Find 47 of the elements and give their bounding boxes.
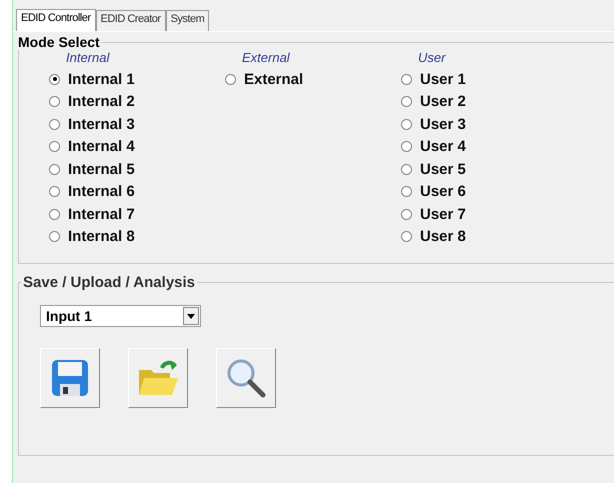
tab[interactable]: System <box>166 10 210 31</box>
group-title: Mode Select <box>17 34 101 50</box>
radio-option[interactable]: Internal 3 <box>49 113 225 136</box>
search-icon <box>225 357 267 399</box>
radio-option[interactable]: Internal 1 <box>49 68 225 90</box>
save-button[interactable] <box>40 348 100 408</box>
radio-option[interactable]: Internal 2 <box>49 90 225 113</box>
radio-option[interactable]: Internal 7 <box>49 203 225 226</box>
radio-button[interactable] <box>401 208 412 220</box>
radio-button[interactable] <box>401 74 412 85</box>
radio-button[interactable] <box>401 186 412 198</box>
radio-option[interactable]: Internal 4 <box>49 136 225 158</box>
radio-option[interactable]: User 4 <box>401 136 577 158</box>
search-button[interactable] <box>216 348 276 408</box>
radio-option[interactable]: User 5 <box>401 158 577 180</box>
radio-button[interactable] <box>401 164 412 175</box>
radio-button[interactable] <box>225 74 236 85</box>
radio-option[interactable]: User 6 <box>401 180 577 203</box>
column-header: User <box>417 50 447 67</box>
radio-option[interactable]: User 2 <box>401 90 577 113</box>
radio-button[interactable] <box>401 141 412 152</box>
radio-button[interactable] <box>49 231 60 242</box>
radio-option[interactable]: Internal 6 <box>49 180 225 203</box>
radio-button[interactable] <box>49 118 60 130</box>
radio-button[interactable] <box>401 118 412 130</box>
radio-button[interactable] <box>49 74 60 85</box>
radio-button[interactable] <box>401 231 412 242</box>
tab[interactable]: EDID Creator <box>96 10 166 31</box>
group-title: Save / Upload / Analysis <box>22 274 196 291</box>
radio-button[interactable] <box>401 96 412 108</box>
radio-button[interactable] <box>49 208 60 220</box>
radio-option[interactable]: External <box>225 68 401 90</box>
radio-button[interactable] <box>49 96 60 108</box>
radio-option[interactable]: Internal 8 <box>49 226 225 248</box>
radio-option[interactable]: User 3 <box>401 113 577 136</box>
column-header: Internal <box>65 50 111 67</box>
radio-option[interactable]: Internal 5 <box>49 158 225 180</box>
radio-option[interactable]: User 8 <box>401 226 577 248</box>
radio-button[interactable] <box>49 164 60 175</box>
column-header: External <box>241 50 291 67</box>
input-dropdown[interactable]: Input 1 <box>40 305 201 327</box>
radio-option[interactable]: User 7 <box>401 203 577 226</box>
tab[interactable]: EDID Controller <box>16 9 96 31</box>
radio-button[interactable] <box>49 141 60 152</box>
radio-button[interactable] <box>49 186 60 198</box>
radio-option[interactable]: User 1 <box>401 68 577 90</box>
open-button[interactable] <box>128 348 188 408</box>
